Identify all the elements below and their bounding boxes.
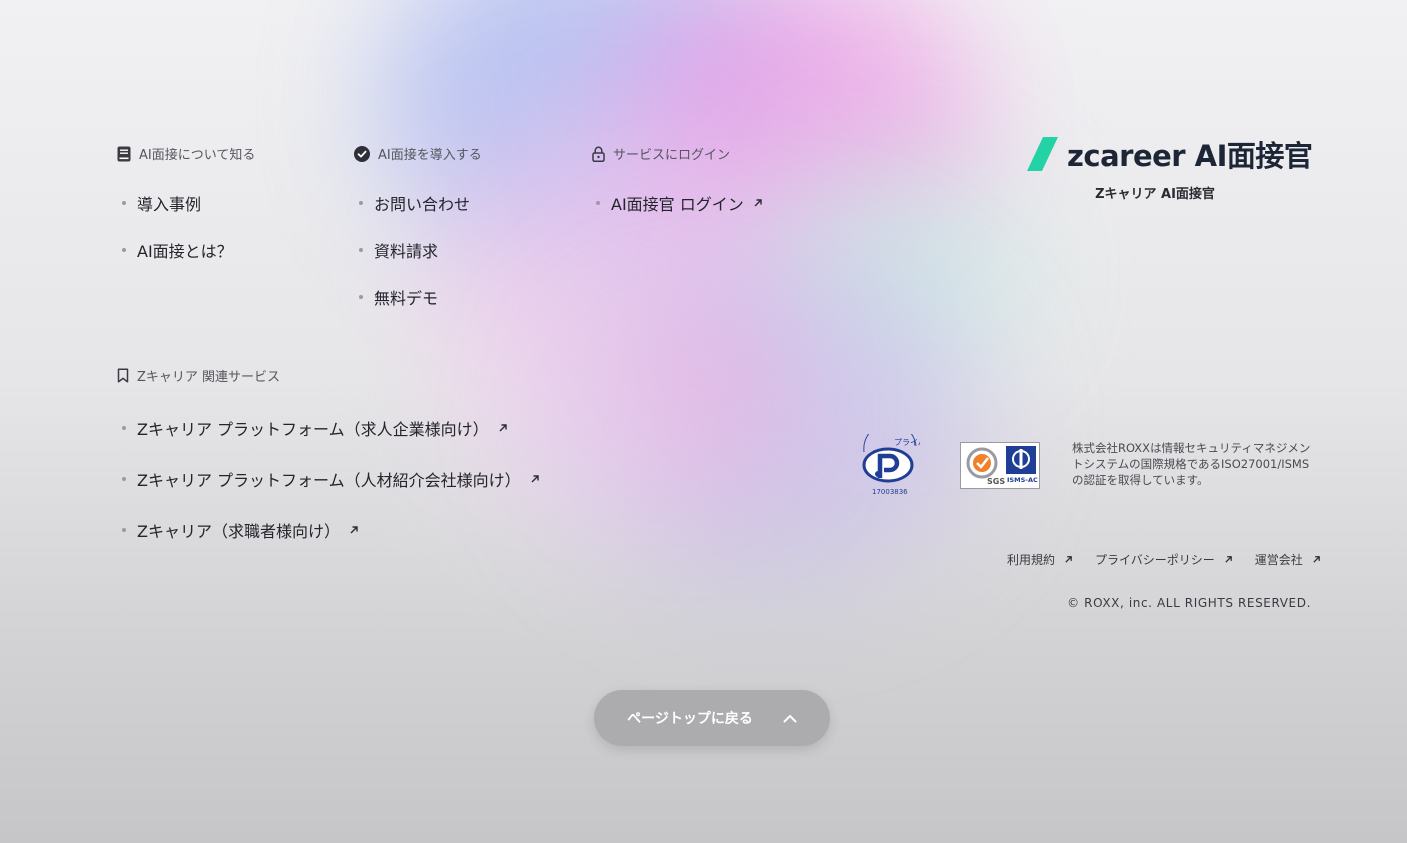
nav-link-platform-companies[interactable]: Zキャリア プラットフォーム（求人企業様向け） xyxy=(122,416,508,440)
book-icon xyxy=(117,146,131,161)
isms-ac-sgs-icon: SGS ISMS-AC xyxy=(960,442,1040,489)
privacy-mark: プライバシー 17003836 xyxy=(858,422,942,502)
section-heading-about: AI面接について知る xyxy=(117,144,255,163)
external-link-icon xyxy=(1225,556,1232,563)
external-link-icon xyxy=(531,475,539,483)
svg-text:プライバシー: プライバシー xyxy=(894,438,920,447)
footer-links: 利用規約 プライバシーポリシー 運営会社 xyxy=(1007,551,1321,568)
external-link-icon xyxy=(1313,556,1320,563)
nav-column-introduce: AI面接を導入する xyxy=(354,144,482,163)
isms-certification-logo: SGS ISMS-AC xyxy=(960,442,1040,493)
svg-text:SGS: SGS xyxy=(987,477,1005,486)
nav-link-case-studies[interactable]: 導入事例 xyxy=(122,191,201,215)
nav-link-free-demo[interactable]: 無料デモ xyxy=(359,285,438,309)
footer-link-company[interactable]: 運営会社 xyxy=(1255,551,1321,568)
svg-text:17003836: 17003836 xyxy=(872,488,908,496)
lock-icon xyxy=(592,146,605,162)
nav-link-what-is-ai-interview[interactable]: AI面接とは？ xyxy=(122,238,233,262)
external-link-icon xyxy=(1065,556,1072,563)
copyright: © ROXX, inc. ALL RIGHTS RESERVED. xyxy=(1067,596,1311,610)
external-link-icon xyxy=(754,199,762,207)
footer-link-privacy-policy[interactable]: プライバシーポリシー xyxy=(1095,551,1233,568)
zcareer-slash-logo-icon xyxy=(1027,137,1058,171)
external-link-icon xyxy=(499,424,507,432)
privacy-mark-icon: プライバシー 17003836 xyxy=(862,422,942,496)
section-heading-login: サービスにログイン xyxy=(592,144,730,163)
section-heading-related: Zキャリア 関連サービス xyxy=(117,366,280,385)
footer-link-terms[interactable]: 利用規約 xyxy=(1007,551,1073,568)
certification-text: 株式会社ROXXは情報セキュリティマネジメントシステムの国際規格であるISO27… xyxy=(1072,441,1311,487)
nav-link-platform-agencies[interactable]: Zキャリア プラットフォーム（人材紹介会社様向け） xyxy=(122,467,540,491)
bookmark-icon xyxy=(117,368,129,383)
nav-column-related: Zキャリア 関連サービス xyxy=(117,366,280,385)
nav-link-request-materials[interactable]: 資料請求 xyxy=(359,238,438,262)
nav-link-login[interactable]: AI面接官 ログイン xyxy=(596,191,763,215)
nav-column-login: サービスにログイン xyxy=(592,144,730,163)
nav-link-contact[interactable]: お問い合わせ xyxy=(359,191,470,215)
external-link-icon xyxy=(350,526,358,534)
nav-column-about: AI面接について知る xyxy=(117,144,255,163)
check-circle-icon xyxy=(354,145,370,162)
nav-link-job-seekers[interactable]: Zキャリア（求職者様向け） xyxy=(122,518,359,542)
section-heading-introduce: AI面接を導入する xyxy=(354,144,482,163)
brand-subtitle: Zキャリア AI面接官 xyxy=(1095,187,1215,202)
brand-logo[interactable]: zcareer AI面接官 xyxy=(1027,133,1313,175)
chevron-up-icon xyxy=(783,714,797,722)
svg-text:ISMS-AC: ISMS-AC xyxy=(1007,476,1038,484)
back-to-top-button[interactable]: ページトップに戻る xyxy=(594,690,830,746)
